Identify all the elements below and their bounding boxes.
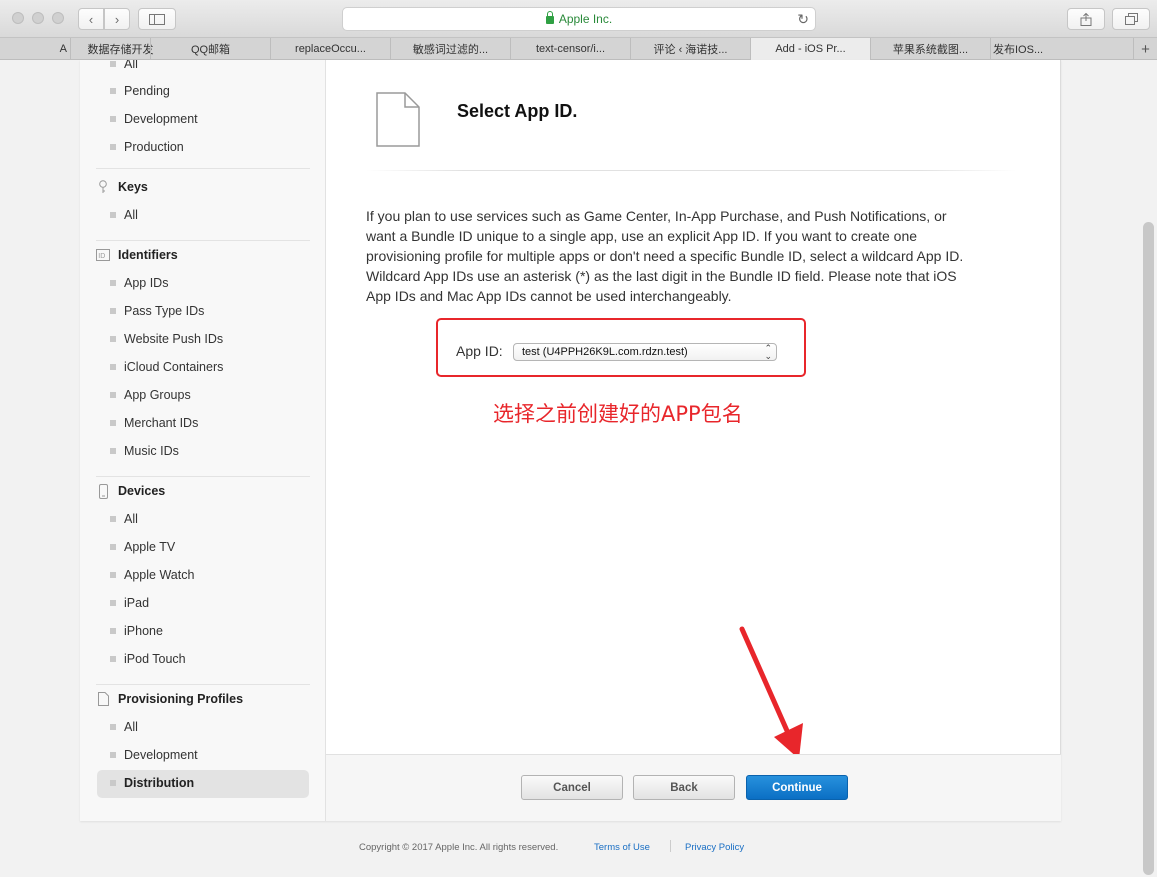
chevron-right-icon: › <box>114 11 120 27</box>
scrollbar[interactable] <box>1143 222 1154 875</box>
sidebar-item-ipad[interactable]: iPad <box>110 593 149 613</box>
minimize-window-button[interactable] <box>32 12 44 24</box>
continue-button[interactable]: Continue <box>746 775 848 800</box>
sidebar-item-apple-watch[interactable]: Apple Watch <box>110 565 194 585</box>
browser-toolbar: ‹ › Apple Inc. ↻ <box>0 0 1157 38</box>
copyright-text: Copyright © 2017 Apple Inc. All rights r… <box>359 842 559 853</box>
sidebar-item-certificates-all[interactable]: All <box>110 60 138 74</box>
id-icon: ID <box>96 249 110 261</box>
sidebar-heading-keys: Keys <box>96 177 148 197</box>
sidebar-toggle-button[interactable] <box>138 8 176 30</box>
select-arrows-icon: ⌃ ⌄ <box>764 343 772 361</box>
device-icon <box>96 483 110 499</box>
address-bar[interactable]: Apple Inc. ↻ <box>342 7 816 31</box>
tab-item[interactable]: QQ邮箱 <box>150 38 270 60</box>
forward-nav-button[interactable]: › <box>104 8 130 30</box>
sidebar-item-app-ids[interactable]: App IDs <box>110 273 168 293</box>
document-icon <box>96 692 110 706</box>
sidebar-item-profiles-development[interactable]: Development <box>110 745 198 765</box>
sidebar: All Pending Development Production Keys … <box>80 60 326 821</box>
cancel-button[interactable]: Cancel <box>521 775 623 800</box>
annotation-arrow-icon <box>739 626 803 759</box>
sidebar-item-iphone[interactable]: iPhone <box>110 621 163 641</box>
annotation-note: 选择之前创建好的APP包名 <box>493 402 743 426</box>
tab-item[interactable]: 发布IOS... <box>990 38 1110 60</box>
back-button[interactable]: Back <box>633 775 735 800</box>
sidebar-item-pass-type-ids[interactable]: Pass Type IDs <box>110 301 204 321</box>
sidebar-divider <box>96 684 310 685</box>
sidebar-item-apple-tv[interactable]: Apple TV <box>110 537 175 557</box>
footer-separator <box>670 840 671 852</box>
share-icon <box>1080 12 1092 26</box>
sidebar-heading-devices: Devices <box>96 481 165 501</box>
title-divider <box>366 170 1016 171</box>
sidebar-divider <box>96 240 310 241</box>
new-tab-button[interactable]: + <box>1133 38 1157 60</box>
sidebar-item-music-ids[interactable]: Music IDs <box>110 441 179 461</box>
sidebar-item-production[interactable]: Production <box>110 137 184 157</box>
app-id-select[interactable]: test (U4PPH26K9L.com.rdzn.test) ⌃ ⌄ <box>513 343 777 361</box>
sidebar-divider <box>96 476 310 477</box>
app-id-selected-value: test (U4PPH26K9L.com.rdzn.test) <box>522 346 688 358</box>
sidebar-item-website-push-ids[interactable]: Website Push IDs <box>110 329 223 349</box>
key-icon <box>96 180 110 194</box>
sidebar-item-keys-all[interactable]: All <box>110 205 138 225</box>
tab-item[interactable]: 评论 ‹ 海诺技... <box>630 38 750 60</box>
app-id-label: App ID: <box>456 343 503 359</box>
tabs-overview-button[interactable] <box>1112 8 1150 30</box>
sidebar-heading-identifiers: ID Identifiers <box>96 245 178 265</box>
chevron-left-icon: ‹ <box>88 11 94 27</box>
tab-item[interactable]: 苹果系统截图... <box>870 38 990 60</box>
zoom-window-button[interactable] <box>52 12 64 24</box>
sidebar-item-pending[interactable]: Pending <box>110 81 170 101</box>
tab-item-active[interactable]: Add - iOS Pr... <box>750 38 870 60</box>
page-title: Select App ID. <box>457 101 578 121</box>
tabs-icon <box>1124 13 1138 25</box>
address-text: Apple Inc. <box>558 12 613 26</box>
tab-item[interactable]: A <box>34 38 70 60</box>
lock-icon <box>545 11 554 24</box>
document-icon <box>376 92 420 147</box>
plus-icon: + <box>1141 40 1150 58</box>
description-text: If you plan to use services such as Game… <box>366 208 964 304</box>
sidebar-item-devices-all[interactable]: All <box>110 509 138 529</box>
sidebar-item-ipod-touch[interactable]: iPod Touch <box>110 649 186 669</box>
close-window-button[interactable] <box>12 12 24 24</box>
sidebar-item-app-groups[interactable]: App Groups <box>110 385 191 405</box>
tab-item[interactable]: 敏感词过滤的... <box>390 38 510 60</box>
sidebar-item-merchant-ids[interactable]: Merchant IDs <box>110 413 198 433</box>
sidebar-item-cert-development[interactable]: Development <box>110 109 198 129</box>
svg-text:ID: ID <box>98 253 105 260</box>
sidebar-icon <box>149 13 165 25</box>
sidebar-item-profiles-all[interactable]: All <box>110 717 138 737</box>
tab-item[interactable]: text-censor/i... <box>510 38 630 60</box>
tab-item[interactable]: replaceOccu... <box>270 38 390 60</box>
share-button[interactable] <box>1067 8 1105 30</box>
back-nav-button[interactable]: ‹ <box>78 8 104 30</box>
sidebar-heading-provisioning-profiles: Provisioning Profiles <box>96 689 243 709</box>
sidebar-item-icloud-containers[interactable]: iCloud Containers <box>110 357 223 377</box>
terms-of-use-link[interactable]: Terms of Use <box>594 842 650 853</box>
privacy-policy-link[interactable]: Privacy Policy <box>685 842 744 853</box>
tab-bar: A 数据存储开发 QQ邮箱 replaceOccu... 敏感词过滤的... t… <box>0 38 1157 60</box>
sidebar-item-distribution[interactable]: Distribution <box>110 773 194 793</box>
reload-icon[interactable]: ↻ <box>797 11 809 28</box>
sidebar-divider <box>96 168 310 169</box>
